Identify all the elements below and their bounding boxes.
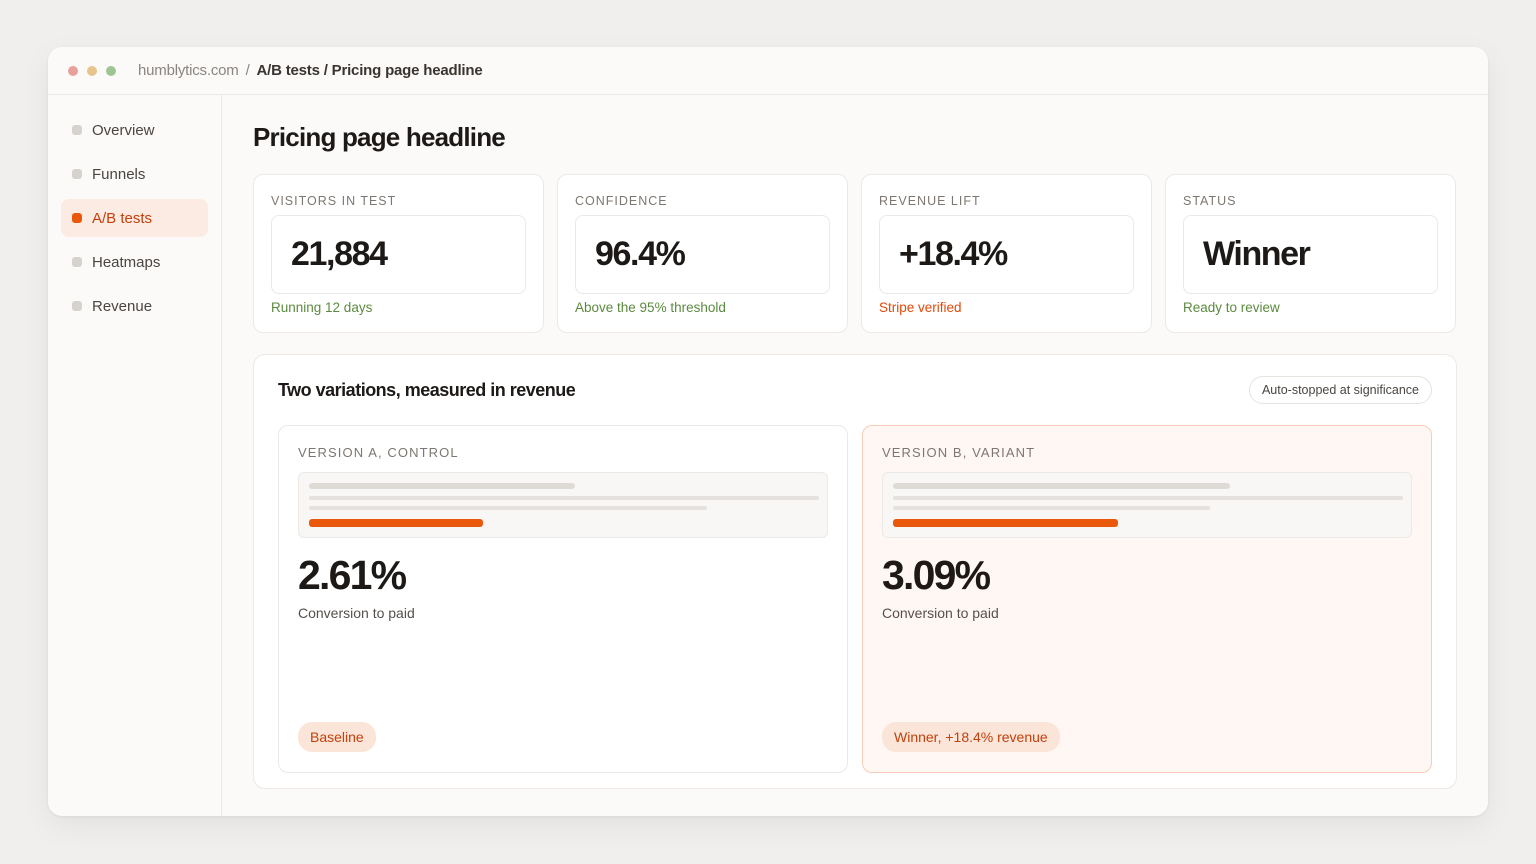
nav-dot-icon	[72, 125, 82, 135]
kpi-row: VISITORS IN TEST 21,884 Running 12 days CON…	[253, 174, 1457, 333]
breadcrumb-separator: /	[245, 62, 250, 79]
preview-text-line	[893, 496, 1403, 500]
sidebar-item-revenue[interactable]: Revenue	[61, 287, 208, 325]
winner-badge: Winner, +18.4% revenue	[882, 722, 1060, 752]
panel-header: Two variations, measured in revenue Auto…	[278, 355, 1432, 425]
sidebar-item-overview[interactable]: Overview	[61, 111, 208, 149]
kpi-label: VISITORS IN TEST	[271, 194, 397, 208]
maximize-window-dot[interactable]	[106, 65, 116, 76]
kpi-label: REVENUE LIFT	[879, 194, 981, 208]
panel-title: Two variations, measured in revenue	[278, 379, 576, 400]
variants-row: VERSION A, CONTROL 2.61% Conversion to pai…	[278, 425, 1432, 773]
conversion-caption: Conversion to paid	[882, 605, 999, 621]
variant-b-card: VERSION B, VARIANT 3.09% Conversion to pai…	[862, 425, 1432, 773]
conversion-rate: 2.61%	[298, 552, 407, 598]
preview-headline-line	[893, 483, 1230, 489]
sidebar-item-label: A/B tests	[92, 209, 153, 227]
variant-label: VERSION B, VARIANT	[882, 445, 1036, 460]
breadcrumb: humblytics.com / A/B tests / Pricing page …	[138, 62, 483, 79]
page-preview-thumbnail	[298, 472, 828, 538]
kpi-card: CONFIDENCE 96.4% Above the 95% threshold	[557, 174, 848, 333]
variant-a-card: VERSION A, CONTROL 2.61% Conversion to pai…	[278, 425, 848, 773]
preview-cta-bar	[893, 519, 1118, 527]
sidebar-item-label: Heatmaps	[92, 253, 161, 271]
preview-text-line	[893, 506, 1210, 510]
breadcrumb-domain[interactable]: humblytics.com	[138, 62, 239, 79]
kpi-subtext: Ready to review	[1183, 300, 1280, 315]
conversion-rate: 3.09%	[882, 552, 991, 598]
kpi-card: VISITORS IN TEST 21,884 Running 12 days	[253, 174, 544, 333]
kpi-label: STATUS	[1183, 194, 1237, 208]
preview-text-line	[309, 506, 707, 510]
kpi-label: CONFIDENCE	[575, 194, 668, 208]
preview-cta-bar	[309, 519, 483, 527]
sidebar: Overview Funnels A/B tests Heatmaps Revenue	[48, 95, 222, 816]
preview-text-line	[309, 496, 819, 500]
kpi-subtext: Above the 95% threshold	[575, 300, 726, 315]
variant-label: VERSION A, CONTROL	[298, 445, 459, 460]
sidebar-item-heatmaps[interactable]: Heatmaps	[61, 243, 208, 281]
sidebar-item-label: Funnels	[92, 165, 146, 183]
kpi-value: 21,884	[271, 215, 526, 294]
kpi-subtext: Running 12 days	[271, 300, 373, 315]
kpi-card: REVENUE LIFT +18.4% Stripe verified	[861, 174, 1152, 333]
browser-window: humblytics.com / A/B tests / Pricing page …	[48, 47, 1488, 816]
sidebar-item-funnels[interactable]: Funnels	[61, 155, 208, 193]
minimize-window-dot[interactable]	[87, 65, 97, 76]
page-preview-thumbnail	[882, 472, 1412, 538]
sidebar-item-a-b-tests[interactable]: A/B tests	[61, 199, 208, 237]
sidebar-item-label: Revenue	[92, 297, 153, 315]
kpi-value: Winner	[1183, 215, 1438, 294]
preview-headline-line	[309, 483, 575, 489]
page-title: Pricing page headline	[253, 122, 506, 152]
nav-dot-icon	[72, 301, 82, 311]
baseline-badge: Baseline	[298, 722, 376, 752]
auto-stopped-tag: Auto-stopped at significance	[1248, 376, 1432, 404]
kpi-value: +18.4%	[879, 215, 1134, 294]
nav-dot-icon	[72, 169, 82, 179]
nav-dot-icon	[72, 257, 82, 267]
conversion-caption: Conversion to paid	[298, 605, 415, 621]
sidebar-item-label: Overview	[92, 121, 155, 139]
nav-dot-icon	[72, 213, 82, 223]
kpi-card: STATUS Winner Ready to review	[1165, 174, 1456, 333]
kpi-subtext: Stripe verified	[879, 300, 962, 315]
variations-panel: Two variations, measured in revenue Auto…	[253, 354, 1457, 789]
kpi-value: 96.4%	[575, 215, 830, 294]
main-content: Pricing page headline VISITORS IN TEST 21…	[253, 95, 1457, 789]
breadcrumb-path: A/B tests / Pricing page headline	[256, 62, 483, 79]
title-bar: humblytics.com / A/B tests / Pricing page …	[48, 47, 1488, 95]
close-window-dot[interactable]	[68, 65, 78, 76]
